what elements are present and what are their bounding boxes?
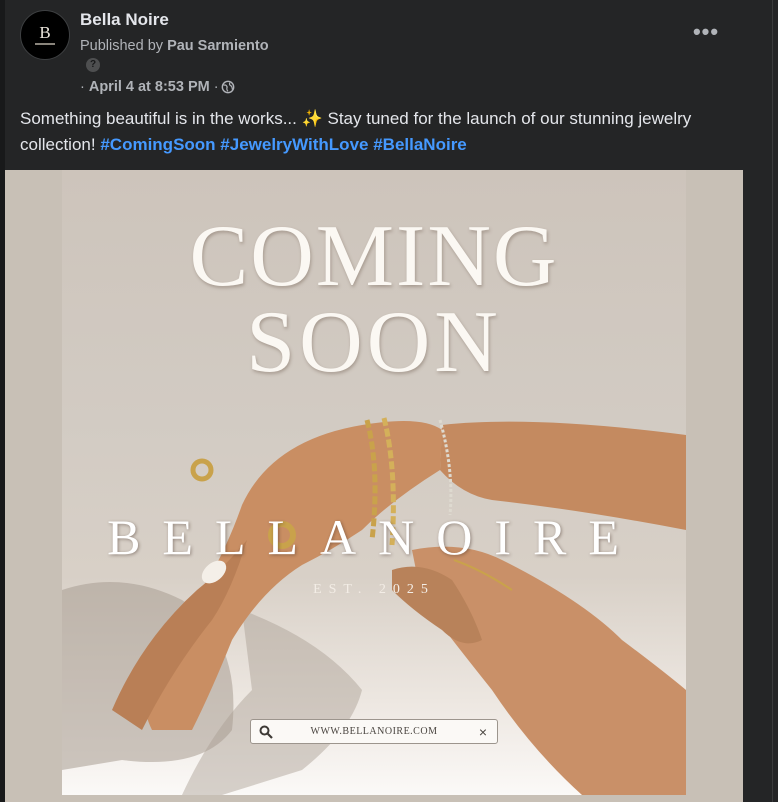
post-image[interactable]: COMING SOON BELLANOIRE EST. 2025 WWW.BEL… — [62, 170, 686, 795]
meta-prefix: · — [80, 79, 85, 95]
meta-separator: · — [213, 79, 219, 95]
search-icon — [259, 725, 273, 739]
page-name-link[interactable]: Bella Noire — [80, 10, 169, 30]
avatar-logo-underline — [35, 43, 55, 45]
gutter-divider — [772, 0, 773, 802]
post-meta: · April 4 at 8:53 PM · — [80, 79, 235, 95]
post-card: B Bella Noire Published by Pau Sarmiento… — [5, 0, 743, 802]
close-icon: × — [478, 723, 488, 740]
hashtag-link[interactable]: #JewelryWithLove — [220, 135, 368, 154]
published-by-prefix: Published by — [80, 38, 164, 54]
help-icon[interactable]: ? — [86, 58, 100, 72]
post-media-frame: COMING SOON BELLANOIRE EST. 2025 WWW.BEL… — [5, 170, 743, 802]
post-caption: Something beautiful is in the works... ✨… — [20, 106, 725, 158]
globe-icon[interactable] — [221, 80, 235, 94]
image-url-text: WWW.BELLANOIRE.COM — [310, 726, 438, 737]
established-text: EST. 2025 — [313, 582, 435, 597]
hashtag-link[interactable]: #BellaNoire — [373, 135, 467, 154]
hashtag-link[interactable]: #ComingSoon — [100, 135, 215, 154]
more-options-button[interactable]: ••• — [688, 18, 724, 46]
brand-logo-text: BELLANOIRE — [107, 509, 641, 565]
right-gutter — [743, 0, 778, 802]
headline-line2: SOON — [246, 294, 502, 391]
avatar-logo: B — [39, 23, 51, 42]
post-timestamp-link[interactable]: April 4 at 8:53 PM — [89, 79, 210, 95]
publisher-name-link[interactable]: Pau Sarmiento — [167, 38, 269, 54]
page-avatar[interactable]: B — [20, 10, 70, 60]
published-by: Published by Pau Sarmiento — [80, 38, 269, 54]
image-url-bar: WWW.BELLANOIRE.COM × — [250, 719, 498, 744]
